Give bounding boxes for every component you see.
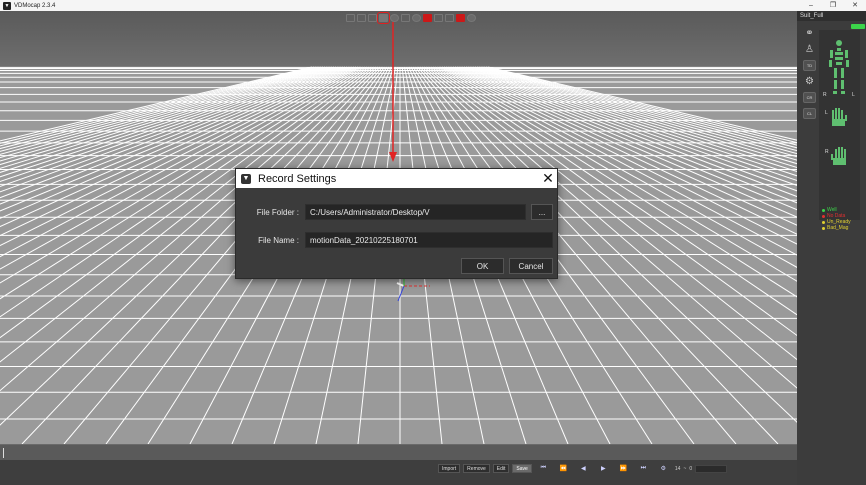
timeline-playhead[interactable] xyxy=(3,448,4,458)
timeline-track[interactable] xyxy=(0,444,797,460)
tpose-icon[interactable]: ♙ xyxy=(805,44,814,55)
gear-icon[interactable]: ⚙ xyxy=(805,76,814,87)
toolbar-button-7[interactable] xyxy=(412,13,421,22)
frame-input[interactable] xyxy=(695,464,728,473)
stop-button[interactable] xyxy=(456,13,465,22)
close-window-button[interactable]: ✕ xyxy=(844,0,866,11)
dialog-header: ▼ Record Settings ✕ xyxy=(236,169,557,188)
import-button[interactable]: Import xyxy=(438,464,461,473)
file-folder-input[interactable]: C:/Users/Administrator/Desktop/V xyxy=(305,204,526,220)
suit-name: Suit_Full xyxy=(797,11,866,21)
right-hand-icon xyxy=(831,147,846,165)
help-icon[interactable] xyxy=(467,13,476,22)
left-hand-icon xyxy=(832,108,847,126)
toolbar-button-5[interactable] xyxy=(390,13,399,22)
record-settings-dialog: ▼ Record Settings ✕ File Folder : C:/Use… xyxy=(235,168,558,279)
window-controls: – ❐ ✕ xyxy=(800,0,866,11)
restore-button[interactable]: ❐ xyxy=(822,0,844,11)
step-back-icon[interactable]: ◀ xyxy=(575,465,592,472)
skip-to-start-icon[interactable]: ⏮ xyxy=(535,465,552,472)
dialog-title: Record Settings xyxy=(258,172,337,185)
app-logo-icon: ▼ xyxy=(3,1,11,10)
play-icon[interactable]: ▶ xyxy=(595,465,612,472)
browse-folder-button[interactable]: ... xyxy=(531,204,553,220)
legend-bad-mag: Bad_Mag xyxy=(822,225,851,231)
body-left-label: L xyxy=(852,92,855,98)
playback-bar: Import Remove Edit Save ⏮ ⏪ ◀ ▶ ⏩ ⏭ ⚙ 14… xyxy=(0,460,797,485)
file-folder-row: File Folder : C:/Users/Administrator/Des… xyxy=(241,204,553,220)
suit-panel: Suit_Full ⚭ ♙ TD ⚙ CR CL R L L R Well No… xyxy=(797,11,866,485)
toolbar-button-10[interactable] xyxy=(445,13,454,22)
body-right-label: R xyxy=(823,92,827,98)
next-frame-icon[interactable]: ⏩ xyxy=(615,465,632,472)
playback-controls: Import Remove Edit Save ⏮ ⏪ ◀ ▶ ⏩ ⏭ ⚙ 14… xyxy=(438,464,728,473)
file-name-label: File Name : xyxy=(258,235,299,245)
dialog-close-icon[interactable]: ✕ xyxy=(539,169,557,188)
toolbar-button-9[interactable] xyxy=(434,13,443,22)
top-toolbar xyxy=(346,11,476,24)
camera-icon[interactable] xyxy=(401,13,410,22)
body-sensor-map: R L L R xyxy=(819,30,860,220)
record-button[interactable] xyxy=(423,13,432,22)
toolbar-button-3[interactable] xyxy=(368,13,377,22)
prev-frame-icon[interactable]: ⏪ xyxy=(555,465,572,472)
skip-to-end-icon[interactable]: ⏭ xyxy=(635,465,652,472)
save-button[interactable]: Save xyxy=(512,464,532,473)
frame-counter: 0 xyxy=(689,465,693,472)
file-name-input[interactable]: motionData_20210225180701 xyxy=(305,232,553,248)
speed-icon[interactable]: ⚙ xyxy=(655,465,672,472)
cr-button[interactable]: CR xyxy=(803,92,816,103)
status-legend: Well No Data Un_Ready Bad_Mag xyxy=(822,207,851,231)
toolbar-button-1[interactable] xyxy=(346,13,355,22)
toolbar-button-2[interactable] xyxy=(357,13,366,22)
file-name-row: File Name : motionData_20210225180701 xyxy=(241,232,553,248)
app-window: ▼ VDMocap 2.3.4 – ❐ ✕ ▼ Record Settings … xyxy=(0,0,866,485)
cancel-button[interactable]: Cancel xyxy=(509,258,553,274)
cl-button[interactable]: CL xyxy=(803,108,816,119)
left-hand-label: L xyxy=(825,110,828,116)
battery-icon xyxy=(851,24,865,29)
link-icon[interactable]: ⚭ xyxy=(805,28,813,39)
right-hand-label: R xyxy=(825,149,829,155)
window-title: VDMocap 2.3.4 xyxy=(14,2,56,9)
td-button[interactable]: TD xyxy=(803,60,816,71)
frame-separator: ~ xyxy=(683,465,687,472)
remove-button[interactable]: Remove xyxy=(463,464,490,473)
minimize-button[interactable]: – xyxy=(800,0,822,11)
frame-rate-value: 14 xyxy=(674,465,681,472)
body-figure-icon xyxy=(829,40,849,94)
panel-tools: ⚭ ♙ TD ⚙ CR CL xyxy=(801,28,818,119)
file-folder-label: File Folder : xyxy=(256,207,299,217)
dialog-app-icon: ▼ xyxy=(241,173,251,184)
record-settings-button[interactable] xyxy=(377,11,390,24)
title-bar: ▼ VDMocap 2.3.4 – ❐ ✕ xyxy=(0,0,866,11)
ok-button[interactable]: OK xyxy=(461,258,504,274)
annotation-arrow xyxy=(389,22,397,162)
edit-button[interactable]: Edit xyxy=(492,464,510,473)
